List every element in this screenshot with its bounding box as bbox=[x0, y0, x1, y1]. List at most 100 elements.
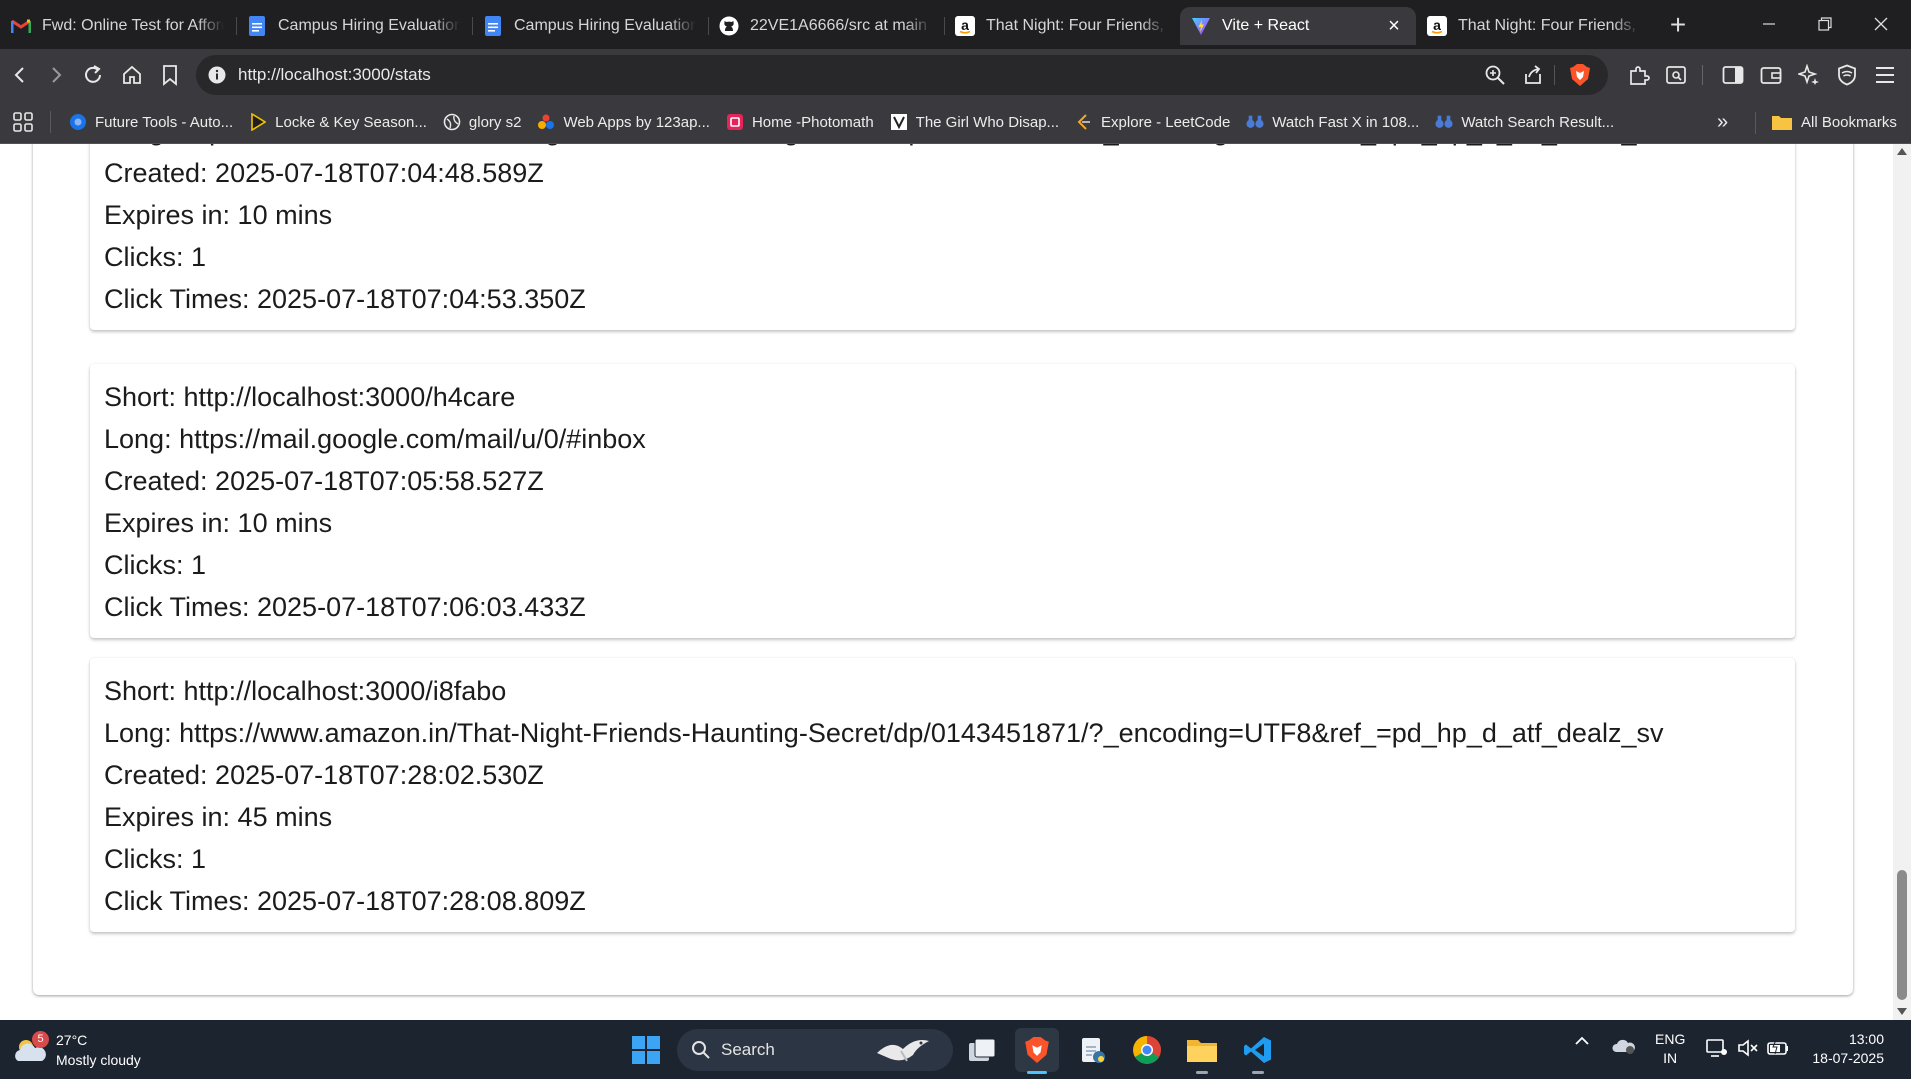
tab-amazon-1[interactable]: a That Night: Four Friends, T bbox=[944, 7, 1180, 45]
battery-icon[interactable] bbox=[1766, 1038, 1790, 1063]
tab-title: Campus Hiring Evaluation bbox=[278, 16, 460, 34]
tab-campus-hiring-2[interactable]: Campus Hiring Evaluation bbox=[472, 7, 708, 45]
url-stat-card: Short: http://localhost:3000/i8fabo Long… bbox=[90, 658, 1795, 932]
taskbar-vscode[interactable] bbox=[1236, 1028, 1280, 1074]
tab-title: 22VE1A6666/src at main · bbox=[750, 16, 932, 34]
forward-button[interactable] bbox=[37, 56, 75, 94]
bookmark-leetcode[interactable]: Explore - LeetCode bbox=[1067, 107, 1238, 137]
restore-button[interactable] bbox=[1797, 0, 1853, 48]
svg-text:a: a bbox=[1433, 17, 1441, 33]
close-tab-icon[interactable]: × bbox=[1384, 16, 1404, 36]
tab-gmail[interactable]: Fwd: Online Test for Afford bbox=[0, 7, 236, 45]
start-button[interactable] bbox=[624, 1028, 668, 1072]
bookmark-glory-s2[interactable]: glory s2 bbox=[435, 107, 530, 137]
photomath-icon bbox=[726, 113, 744, 131]
bookmark-photomath[interactable]: Home -Photomath bbox=[718, 107, 882, 137]
site-info-icon[interactable] bbox=[208, 66, 226, 84]
reader-mode-button[interactable] bbox=[1657, 56, 1695, 94]
minimize-button[interactable] bbox=[1741, 0, 1797, 48]
scroll-down-icon[interactable] bbox=[1897, 1008, 1907, 1015]
tab-title: That Night: Four Friends, T bbox=[986, 16, 1168, 34]
bookmark-page-button[interactable] bbox=[151, 56, 189, 94]
network-icon[interactable] bbox=[1706, 1038, 1728, 1063]
sidebar-button[interactable] bbox=[1714, 56, 1752, 94]
bookmark-label: Future Tools - Auto... bbox=[95, 113, 234, 131]
created-at: Created: 2025-07-18T07:04:48.589Z bbox=[104, 158, 544, 188]
address-bar[interactable]: http://localhost:3000/stats bbox=[196, 55, 1608, 95]
apps-button[interactable] bbox=[0, 107, 46, 137]
share-button[interactable] bbox=[1514, 55, 1552, 95]
extensions-button[interactable] bbox=[1620, 56, 1658, 94]
menu-button[interactable] bbox=[1866, 56, 1904, 94]
leo-ai-button[interactable] bbox=[1790, 56, 1828, 94]
scrollbar-thumb[interactable] bbox=[1897, 870, 1907, 1000]
globe-icon bbox=[443, 113, 461, 131]
running-indicator bbox=[1196, 1071, 1208, 1074]
taskbar-python-app[interactable] bbox=[1070, 1028, 1114, 1072]
weather-temp: 27°C bbox=[56, 1032, 88, 1048]
tab-campus-hiring-1[interactable]: Campus Hiring Evaluation bbox=[236, 7, 472, 45]
bookmark-label: The Girl Who Disap... bbox=[915, 113, 1060, 131]
taskbar-search[interactable]: Search bbox=[677, 1029, 953, 1071]
all-bookmarks-label: All Bookmarks bbox=[1801, 113, 1897, 131]
google-docs-icon bbox=[482, 15, 504, 37]
long-url: Long: https://www.amazon.in/That-Night-F… bbox=[104, 718, 1664, 748]
tab-github[interactable]: 22VE1A6666/src at main · bbox=[708, 7, 944, 45]
show-hidden-icons-button[interactable] bbox=[1573, 1034, 1591, 1053]
brave-lion-icon bbox=[1570, 64, 1590, 86]
new-tab-button[interactable]: + bbox=[1658, 5, 1698, 45]
tab-title: Campus Hiring Evaluation bbox=[514, 16, 696, 34]
bookmark-fast-x[interactable]: Watch Fast X in 108... bbox=[1238, 107, 1427, 137]
click-count: Clicks: 1 bbox=[104, 242, 207, 272]
close-window-button[interactable] bbox=[1853, 0, 1909, 48]
url-text[interactable]: http://localhost:3000/stats bbox=[238, 65, 431, 85]
bookmark-future-tools[interactable]: Future Tools - Auto... bbox=[61, 107, 241, 137]
url-stat-card: Long: https://www.amazon.in/That-Night-F… bbox=[90, 144, 1795, 330]
onedrive-icon[interactable] bbox=[1612, 1036, 1636, 1061]
bookmark-watch-search[interactable]: Watch Search Result... bbox=[1427, 107, 1622, 137]
url-stat-card: Short: http://localhost:3000/h4care Long… bbox=[90, 364, 1795, 638]
clock[interactable]: 13:00 18-07-2025 bbox=[1806, 1030, 1884, 1068]
scroll-up-icon[interactable] bbox=[1897, 148, 1907, 155]
share-icon bbox=[1525, 65, 1541, 84]
tab-title: That Night: Four Friends, T bbox=[1458, 16, 1640, 34]
task-view-button[interactable] bbox=[960, 1028, 1004, 1072]
bookmark-web-apps[interactable]: Web Apps by 123ap... bbox=[529, 107, 718, 137]
vite-icon bbox=[1190, 15, 1212, 37]
taskbar-brave[interactable] bbox=[1015, 1028, 1059, 1074]
chrome-icon bbox=[1133, 1036, 1161, 1064]
click-count: Clicks: 1 bbox=[104, 844, 207, 874]
expires-in: Expires in: 10 mins bbox=[104, 508, 333, 538]
bookmark-label: Watch Fast X in 108... bbox=[1272, 113, 1420, 131]
tab-title: Vite + React bbox=[1222, 16, 1310, 34]
weather-widget[interactable]: 5 27°C Mostly cloudy bbox=[12, 1028, 172, 1072]
zoom-button[interactable] bbox=[1476, 55, 1514, 95]
wallet-button[interactable] bbox=[1752, 56, 1790, 94]
back-button[interactable] bbox=[1, 56, 39, 94]
page-scrollbar[interactable] bbox=[1893, 144, 1911, 1020]
search-highlight-bird-icon bbox=[877, 1040, 929, 1062]
input-language[interactable]: ENG IN bbox=[1655, 1030, 1685, 1068]
home-button[interactable] bbox=[113, 56, 151, 94]
region-label: IN bbox=[1663, 1050, 1678, 1066]
bookmark-icon bbox=[163, 65, 177, 86]
bookmark-label: Explore - LeetCode bbox=[1101, 113, 1231, 131]
tab-amazon-2[interactable]: a That Night: Four Friends, T bbox=[1416, 7, 1652, 45]
tab-vite-react[interactable]: Vite + React × bbox=[1180, 6, 1416, 45]
vpn-button[interactable] bbox=[1828, 56, 1866, 94]
taskbar-chrome[interactable] bbox=[1125, 1028, 1169, 1072]
browser-toolbar: http://localhost:3000/stats bbox=[0, 49, 1911, 101]
reload-button[interactable] bbox=[74, 56, 112, 94]
bookmarks-overflow-button[interactable]: » bbox=[1709, 107, 1736, 137]
brave-shields-button[interactable] bbox=[1561, 55, 1599, 95]
short-url: Short: http://localhost:3000/h4care bbox=[104, 382, 516, 412]
bookmark-girl-who-disappeared[interactable]: The Girl Who Disap... bbox=[882, 107, 1067, 137]
task-view-icon bbox=[969, 1038, 996, 1061]
bookmark-locke-key[interactable]: Locke & Key Season... bbox=[241, 107, 435, 137]
click-times: Click Times: 2025-07-18T07:06:03.433Z bbox=[104, 592, 586, 622]
bookmark-label: Watch Search Result... bbox=[1461, 113, 1615, 131]
all-bookmarks-button[interactable]: All Bookmarks bbox=[1763, 107, 1905, 137]
volume-muted-icon[interactable] bbox=[1737, 1038, 1759, 1063]
long-url: Long: https://mail.google.com/mail/u/0/#… bbox=[104, 424, 646, 454]
taskbar-file-explorer[interactable] bbox=[1180, 1028, 1224, 1074]
